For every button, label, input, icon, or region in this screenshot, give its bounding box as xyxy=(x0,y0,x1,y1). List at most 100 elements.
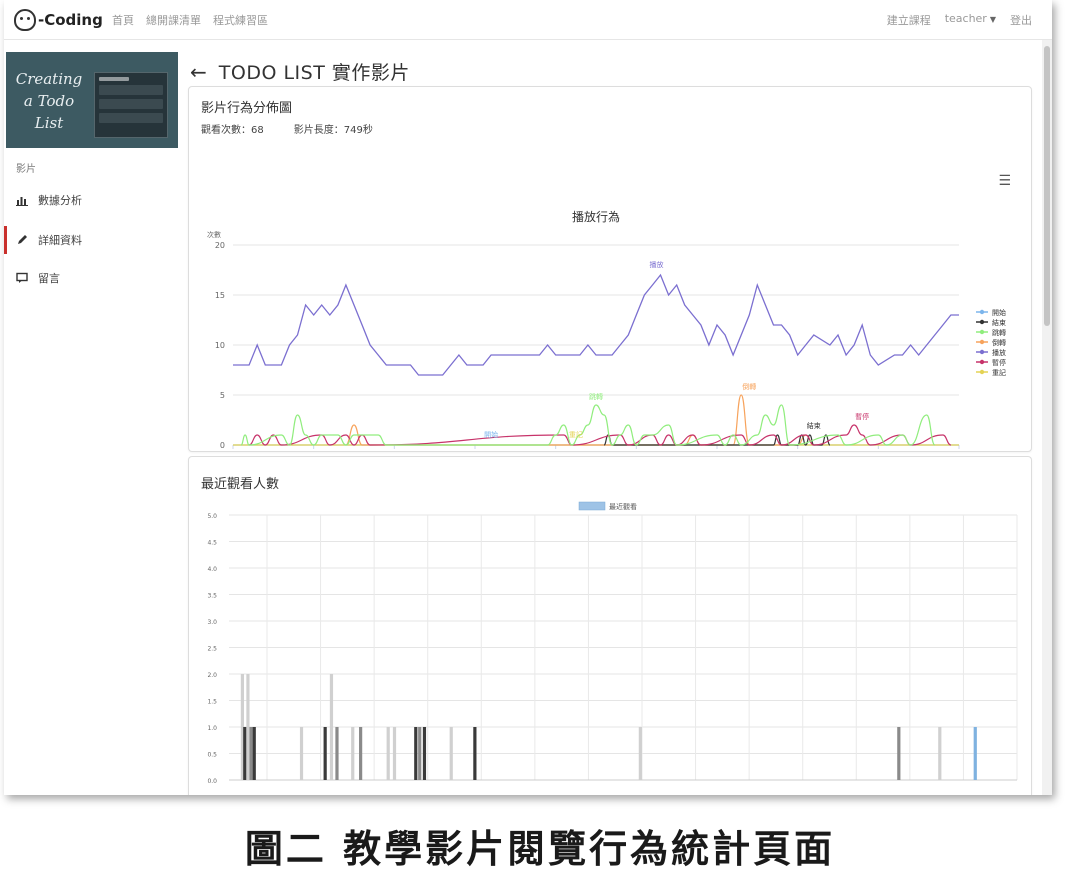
create-course-link[interactable]: 建立課程 xyxy=(887,12,931,28)
nav-link-practice[interactable]: 程式練習區 xyxy=(213,12,268,28)
nav-link-courses[interactable]: 總開課清單 xyxy=(146,12,201,28)
x-tick-label: 300 xyxy=(387,452,402,453)
app-window: -Coding 首頁 總開課清單 程式練習區 建立課程 teacher ▼ 登出 … xyxy=(4,0,1052,795)
page-header: ← TODO LIST 實作影片 xyxy=(190,58,410,85)
comment-icon xyxy=(16,272,28,284)
x-tick-label: 360 xyxy=(629,452,644,453)
legend-swatch xyxy=(578,501,606,511)
bar xyxy=(422,727,427,780)
y-tick-label: 1.5 xyxy=(207,699,217,706)
series-annotation: 重記 xyxy=(569,430,583,439)
bar xyxy=(414,727,418,780)
x-tick-label: 320 xyxy=(467,452,482,453)
y-tick-label: 4.5 xyxy=(207,540,217,547)
sidebar-item-details[interactable]: 詳細資料 xyxy=(4,226,180,254)
main-content: ← TODO LIST 實作影片 影片行為分佈圖 觀看次數：68 影片長度：74… xyxy=(180,40,1042,795)
bar xyxy=(299,727,304,780)
sidebar: Creating a Todo List 影片 數據分析 詳細資料 留言 xyxy=(4,40,180,795)
bar xyxy=(418,727,422,780)
x-tick-label: 280 xyxy=(306,452,321,453)
bar xyxy=(392,727,397,780)
user-name: teacher xyxy=(944,12,987,25)
chart-menu-icon[interactable]: ☰ xyxy=(998,173,1011,189)
bar xyxy=(938,727,942,780)
logout-link[interactable]: 登出 xyxy=(1010,12,1032,28)
card-title: 最近觀看人數 xyxy=(201,477,280,492)
bar xyxy=(473,727,477,780)
bar xyxy=(449,727,453,780)
legend-marker xyxy=(979,329,985,335)
back-arrow-icon[interactable]: ← xyxy=(190,62,207,82)
video-thumbnail[interactable]: Creating a Todo List xyxy=(6,52,178,148)
legend-label: 播放 xyxy=(992,348,1006,357)
nav-right: 建立課程 teacher ▼ 登出 xyxy=(887,12,1032,28)
y-tick-label: 5 xyxy=(220,391,225,400)
vertical-scrollbar[interactable] xyxy=(1042,40,1052,795)
y-tick-label: 1.0 xyxy=(207,725,217,732)
legend-label: 跳轉 xyxy=(992,328,1006,337)
x-tick-label: 260 xyxy=(225,452,240,453)
recent-viewers-card: 最近觀看人數 最近觀看 0.0 0.5 1.0 1.5 2.0 2.5 3.0 3.5 4.0 4.… xyxy=(188,456,1032,795)
bar-chart-icon xyxy=(16,194,28,206)
legend-marker xyxy=(979,309,985,315)
x-tick-label: 380 xyxy=(709,452,724,453)
bar xyxy=(243,727,247,780)
sidebar-item-comments[interactable]: 留言 xyxy=(4,264,180,292)
y-tick-label: 3.5 xyxy=(207,593,217,600)
sidebar-item-label: 詳細資料 xyxy=(38,234,82,247)
figure-caption: 圖二 教學影片閱覽行為統計頁面 xyxy=(244,827,836,871)
bar xyxy=(973,727,977,780)
bar xyxy=(638,727,642,780)
thumbnail-title: Creating a Todo List xyxy=(15,70,83,132)
bar xyxy=(323,727,327,780)
x-tick-label: 420 xyxy=(871,452,886,453)
card-title: 影片行為分佈圖 xyxy=(201,101,293,116)
legend-label: 暫停 xyxy=(992,358,1006,367)
bar xyxy=(897,727,901,780)
chart-title: 播放行為 xyxy=(572,209,620,224)
bar xyxy=(252,727,256,780)
sidebar-item-analytics[interactable]: 數據分析 xyxy=(4,186,180,214)
bar xyxy=(246,674,250,780)
behavior-line-chart: 播放行為次數影片時間(秒)Highcharts.com0510152026028… xyxy=(207,209,1006,453)
legend-label: 倒轉 xyxy=(992,338,1006,347)
series-line-play xyxy=(233,273,959,376)
caret-down-icon: ▼ xyxy=(989,15,996,24)
legend-label: 重記 xyxy=(992,368,1006,377)
series-annotation: 暫停 xyxy=(855,412,869,421)
y-axis-label: 次數 xyxy=(207,230,221,239)
x-tick-label: 400 xyxy=(790,452,805,453)
sidebar-item-label: 留言 xyxy=(38,272,60,285)
y-tick-label: 0.5 xyxy=(207,752,217,759)
legend-marker xyxy=(979,369,985,375)
series-annotation: 播放 xyxy=(650,260,664,269)
cat-logo-icon xyxy=(14,9,36,31)
brand-name: -Coding xyxy=(38,11,103,29)
series-annotation: 跳轉 xyxy=(589,392,603,401)
user-menu[interactable]: teacher ▼ xyxy=(945,12,996,28)
top-navbar: -Coding 首頁 總開課清單 程式練習區 建立課程 teacher ▼ 登出 xyxy=(4,0,1052,40)
legend-label: 最近觀看 xyxy=(609,502,637,511)
page-title: TODO LIST 實作影片 xyxy=(218,62,410,84)
pencil-icon xyxy=(16,234,28,246)
legend-label: 結束 xyxy=(992,318,1006,327)
bar xyxy=(249,727,253,780)
bar xyxy=(386,727,390,780)
y-tick-label: 10 xyxy=(215,341,225,350)
legend-marker xyxy=(979,349,985,355)
series-annotation: 倒轉 xyxy=(742,382,756,391)
behavior-chart-card: 影片行為分佈圖 觀看次數：68 影片長度：749秒 播放行為次數影片時間(秒)H… xyxy=(188,86,1032,453)
x-tick-label: 340 xyxy=(548,452,563,453)
y-tick-label: 4.0 xyxy=(207,566,217,573)
bar xyxy=(335,727,339,780)
bar xyxy=(351,727,355,780)
legend-marker xyxy=(979,339,985,345)
legend-marker xyxy=(979,319,985,325)
series-annotation: 結束 xyxy=(807,421,821,430)
sidebar-section-label: 影片 xyxy=(16,164,36,175)
y-tick-label: 20 xyxy=(215,241,225,250)
nav-link-home[interactable]: 首頁 xyxy=(112,12,134,28)
y-tick-label: 15 xyxy=(215,291,225,300)
recent-viewers-bar-chart: 最近觀看 0.0 0.5 1.0 1.5 2.0 2.5 3.0 3.5 4.0 4.5 5.0 xyxy=(207,501,1018,785)
brand-logo-link[interactable]: -Coding xyxy=(14,8,103,32)
